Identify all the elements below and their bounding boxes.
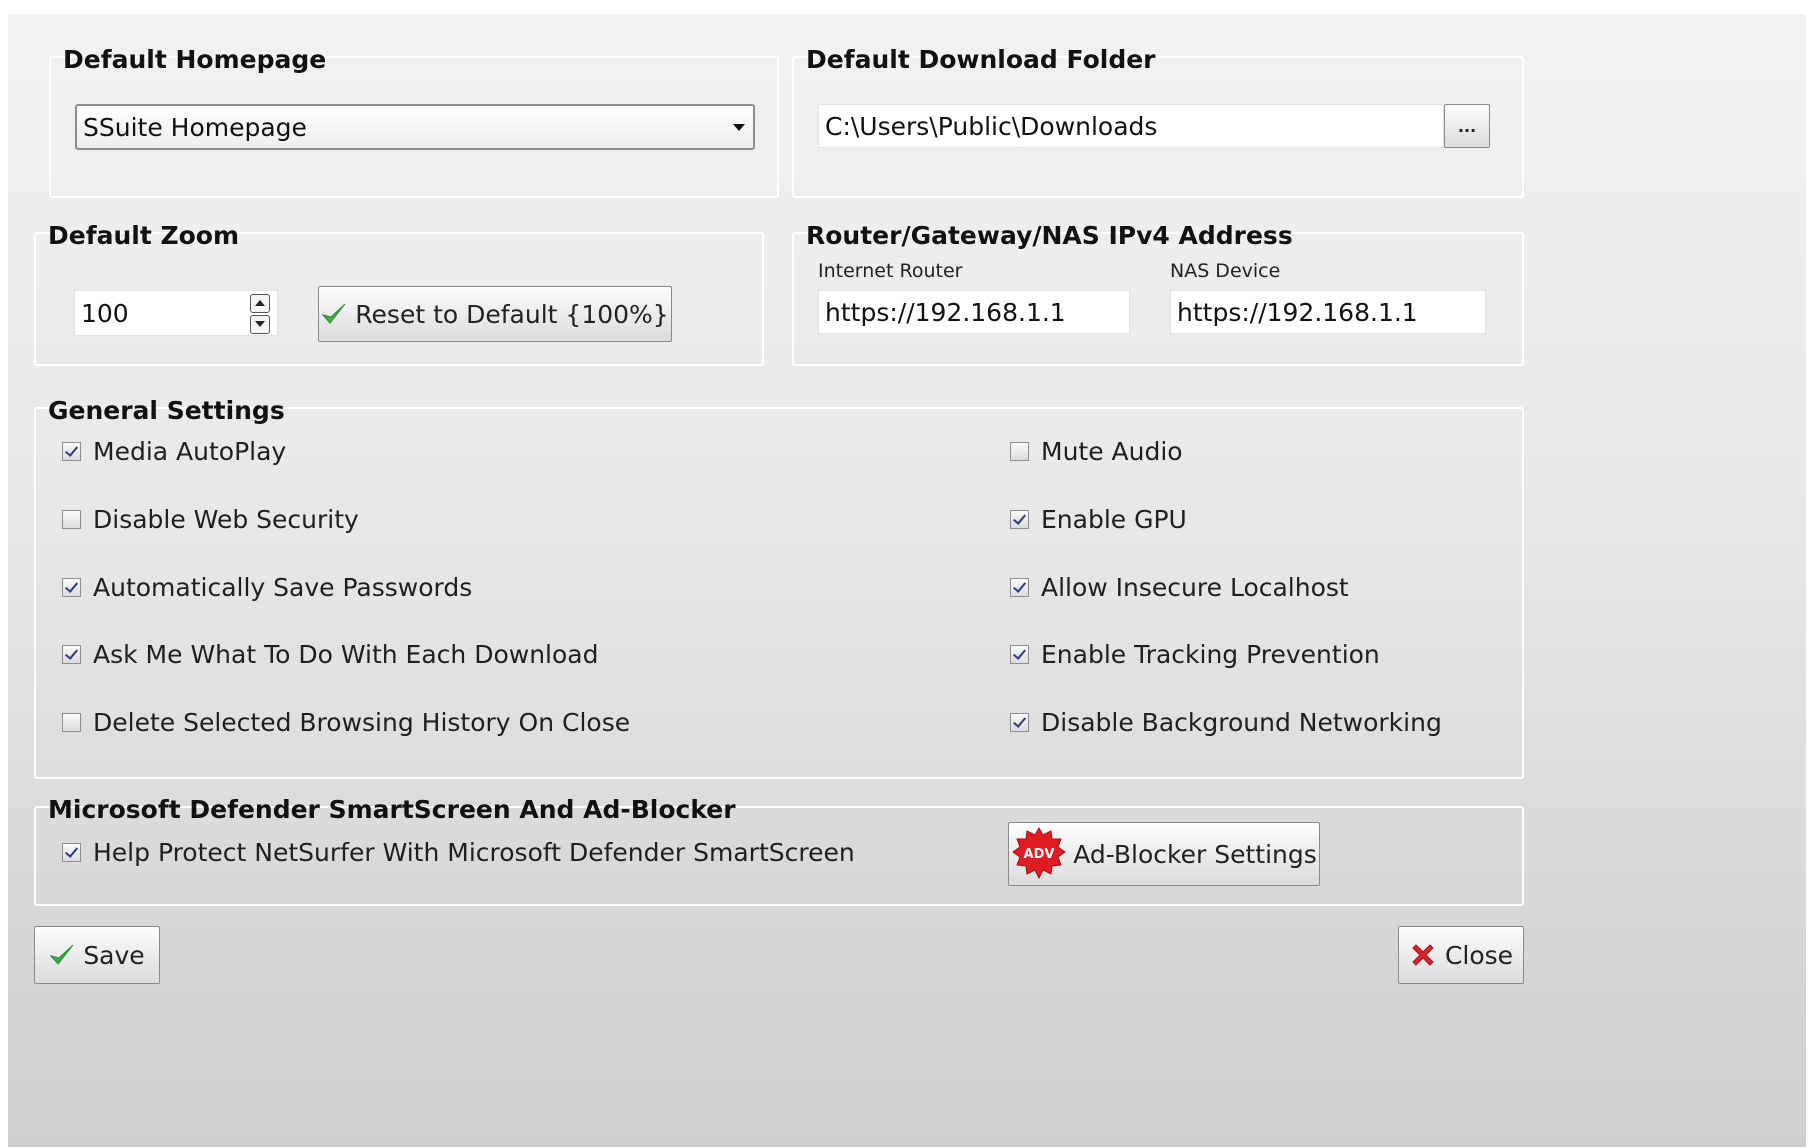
nas-device-field[interactable]: https://192.168.1.1	[1170, 290, 1486, 334]
zoom-group: Default Zoom 100 Reset to Default {100%}	[34, 221, 764, 366]
checkbox-label: Help Protect NetSurfer With Microsoft De…	[93, 838, 855, 867]
media-autoplay-checkbox[interactable]: Media AutoPlay	[62, 437, 286, 466]
checkbox-label: Disable Background Networking	[1041, 708, 1442, 737]
stepper-down-icon[interactable]	[250, 315, 270, 334]
close-button-label: Close	[1444, 940, 1514, 970]
homepage-group: Default Homepage SSuite Homepage	[49, 45, 779, 198]
adv-badge-icon: ADV	[1012, 826, 1067, 880]
checkbox-label: Enable GPU	[1041, 505, 1187, 534]
ask-download-checkbox[interactable]: Ask Me What To Do With Each Download	[62, 640, 598, 669]
homepage-group-title: Default Homepage	[63, 45, 327, 74]
checkbox-box	[62, 713, 81, 732]
download-group: Default Download Folder C:\Users\Public\…	[792, 45, 1524, 198]
checkbox-box	[1010, 510, 1029, 529]
checkbox-label: Allow Insecure Localhost	[1041, 573, 1349, 602]
insecure-localhost-checkbox[interactable]: Allow Insecure Localhost	[1010, 573, 1349, 602]
defender-group-title: Microsoft Defender SmartScreen And Ad-Bl…	[48, 795, 736, 824]
zoom-value: 100	[81, 298, 129, 328]
download-path-field[interactable]: C:\Users\Public\Downloads	[818, 104, 1444, 148]
homepage-selected-value: SSuite Homepage	[83, 112, 307, 142]
checkbox-box	[1010, 645, 1029, 664]
checkbox-box	[62, 843, 81, 862]
checkbox-label: Media AutoPlay	[93, 437, 287, 466]
checkmark-icon	[321, 303, 346, 324]
svg-text:ADV: ADV	[1024, 847, 1055, 862]
tracking-prevention-checkbox[interactable]: Enable Tracking Prevention	[1010, 640, 1380, 669]
enable-gpu-checkbox[interactable]: Enable GPU	[1010, 505, 1187, 534]
nas-device-label: NAS Device	[1170, 260, 1281, 282]
checkbox-label: Ask Me What To Do With Each Download	[93, 640, 599, 669]
checkbox-label: Delete Selected Browsing History On Clos…	[93, 708, 631, 737]
router-group-title: Router/Gateway/NAS IPv4 Address	[806, 221, 1293, 250]
mute-audio-checkbox[interactable]: Mute Audio	[1010, 437, 1183, 466]
close-icon	[1412, 944, 1434, 966]
background-networking-checkbox[interactable]: Disable Background Networking	[1010, 708, 1442, 737]
adblocker-settings-button[interactable]: ADV Ad-Blocker Settings	[1008, 822, 1320, 886]
checkmark-icon	[49, 944, 74, 965]
checkbox-label: Enable Tracking Prevention	[1041, 640, 1380, 669]
homepage-select[interactable]: SSuite Homepage	[75, 104, 755, 150]
checkbox-box	[62, 645, 81, 664]
delete-history-checkbox[interactable]: Delete Selected Browsing History On Clos…	[62, 708, 630, 737]
general-settings-group: General Settings Media AutoPlay Disable …	[34, 396, 1524, 779]
zoom-group-title: Default Zoom	[48, 221, 240, 250]
checkbox-box	[62, 442, 81, 461]
browse-folder-button[interactable]: ...	[1444, 104, 1490, 148]
checkbox-label: Disable Web Security	[93, 505, 359, 534]
reset-zoom-button[interactable]: Reset to Default {100%}	[318, 286, 672, 342]
save-button[interactable]: Save	[34, 926, 160, 984]
browse-folder-label: ...	[1457, 116, 1477, 136]
save-button-label: Save	[83, 940, 145, 970]
checkbox-box	[1010, 578, 1029, 597]
checkbox-box	[1010, 442, 1029, 461]
stepper-up-icon[interactable]	[250, 294, 270, 313]
reset-zoom-label: Reset to Default {100%}	[355, 299, 669, 329]
close-button[interactable]: Close	[1398, 926, 1524, 984]
adblocker-settings-label: Ad-Blocker Settings	[1073, 839, 1317, 869]
download-group-title: Default Download Folder	[806, 45, 1156, 74]
checkbox-box	[1010, 713, 1029, 732]
chevron-down-icon	[733, 124, 745, 131]
checkbox-label: Automatically Save Passwords	[93, 573, 473, 602]
general-settings-title: General Settings	[48, 396, 285, 425]
zoom-input[interactable]: 100	[74, 290, 278, 336]
zoom-stepper[interactable]	[250, 294, 270, 334]
checkbox-label: Mute Audio	[1041, 437, 1183, 466]
smartscreen-checkbox[interactable]: Help Protect NetSurfer With Microsoft De…	[62, 838, 855, 867]
internet-router-label: Internet Router	[818, 260, 963, 282]
settings-window: Default Homepage SSuite Homepage Default…	[8, 14, 1806, 1147]
checkbox-box	[62, 578, 81, 597]
checkbox-box	[62, 510, 81, 529]
save-passwords-checkbox[interactable]: Automatically Save Passwords	[62, 573, 472, 602]
internet-router-field[interactable]: https://192.168.1.1	[818, 290, 1130, 334]
router-group: Router/Gateway/NAS IPv4 Address Internet…	[792, 221, 1524, 366]
disable-web-security-checkbox[interactable]: Disable Web Security	[62, 505, 359, 534]
defender-group: Microsoft Defender SmartScreen And Ad-Bl…	[34, 795, 1524, 906]
